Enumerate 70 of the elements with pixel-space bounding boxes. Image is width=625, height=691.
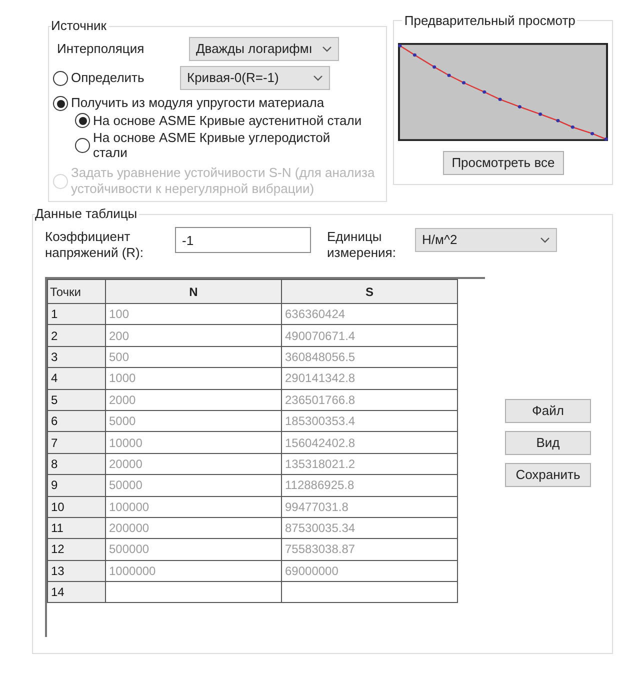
- table-cell[interactable]: 200: [106, 324, 282, 346]
- action-button[interactable]: Вид: [505, 431, 591, 455]
- table-cell[interactable]: 69000000: [282, 560, 458, 582]
- table-cell[interactable]: 156042402.8: [282, 432, 458, 454]
- action-button[interactable]: Файл: [505, 399, 591, 423]
- chevron-down-icon: [313, 75, 323, 81]
- row-number: 3: [48, 346, 106, 368]
- row-number: 8: [48, 453, 106, 475]
- ratio-input[interactable]: -1: [175, 227, 311, 253]
- table-cell[interactable]: [282, 582, 458, 603]
- column-header: S: [282, 280, 458, 304]
- dropdown[interactable]: Н/м^2: [415, 228, 557, 252]
- group-title: Данные таблицы: [35, 206, 140, 222]
- row-number: 14: [48, 582, 106, 603]
- radio-label: На основе ASME Кривые аустенитной стали: [93, 113, 362, 128]
- table-cell[interactable]: 1000: [106, 368, 282, 390]
- row-number: 6: [48, 410, 106, 432]
- table-cell[interactable]: 10000: [106, 432, 282, 454]
- row-number: 2: [48, 324, 106, 346]
- chevron-down-icon: [322, 46, 332, 52]
- field-label: Коэффициент напряжений (R):: [45, 229, 144, 261]
- table-cell[interactable]: 1000000: [106, 560, 282, 582]
- row-number: 13: [48, 560, 106, 582]
- row-number: 5: [48, 389, 106, 410]
- table-cell[interactable]: 490070671.4: [282, 324, 458, 346]
- group-title: Предварительный просмотр: [402, 13, 578, 29]
- row-number: 9: [48, 474, 106, 496]
- table-cell[interactable]: 500: [106, 346, 282, 368]
- table-cell[interactable]: 99477031.8: [282, 496, 458, 518]
- table-cell[interactable]: 87530035.34: [282, 517, 458, 539]
- radio-label: Задать уравнение устойчивости S-N (для анализа устойчивости к нерегулярной вибрации): [71, 165, 376, 197]
- table-cell[interactable]: 100000: [106, 496, 282, 518]
- radio-button[interactable]: [75, 138, 90, 152]
- radio-button[interactable]: [53, 96, 68, 111]
- table-cell[interactable]: 5000: [106, 410, 282, 432]
- row-number: 10: [48, 496, 106, 518]
- radio-button[interactable]: [53, 70, 68, 86]
- field-label: Единицы измерения:: [327, 229, 397, 261]
- table-cell[interactable]: 50000: [106, 474, 282, 496]
- table-cell[interactable]: 236501766.8: [282, 389, 458, 410]
- column-header: Точки: [48, 280, 106, 304]
- table-cell[interactable]: [106, 582, 282, 603]
- table-cell[interactable]: 20000: [106, 453, 282, 475]
- table-cell[interactable]: 500000: [106, 538, 282, 560]
- row-number: 7: [48, 432, 106, 454]
- row-number: 4: [48, 368, 106, 390]
- field-label: Интерполяция: [56, 40, 146, 58]
- table-cell[interactable]: 200000: [106, 517, 282, 539]
- table-cell[interactable]: 290141342.8: [282, 368, 458, 390]
- table-cell[interactable]: 2000: [106, 389, 282, 410]
- radio-label: Получить из модуля упругости материала: [71, 95, 324, 111]
- radio-label: Определить: [71, 70, 146, 86]
- row-number: 12: [48, 538, 106, 560]
- table-cell[interactable]: 112886925.8: [282, 474, 458, 496]
- chevron-down-icon: [540, 237, 550, 243]
- table-cell[interactable]: 75583038.87: [282, 538, 458, 560]
- dropdown[interactable]: Кривая-0(R=-1): [180, 66, 330, 90]
- action-button[interactable]: Сохранить: [505, 463, 591, 487]
- row-number: 11: [48, 517, 106, 539]
- table-cell[interactable]: 135318021.2: [282, 453, 458, 475]
- column-header: N: [106, 280, 282, 304]
- radio-label: На основе ASME Кривые углеродистой стали: [93, 130, 332, 160]
- radio-button[interactable]: [75, 113, 90, 128]
- dropdown[interactable]: Дважды логарифмı: [189, 37, 339, 61]
- table-cell[interactable]: 185300353.4: [282, 410, 458, 432]
- table-cell[interactable]: 100: [106, 304, 282, 325]
- view-all-button[interactable]: Просмотреть все: [442, 151, 564, 175]
- table-cell[interactable]: 636360424: [282, 304, 458, 325]
- row-number: 1: [48, 304, 106, 325]
- table-cell[interactable]: 360848056.5: [282, 346, 458, 368]
